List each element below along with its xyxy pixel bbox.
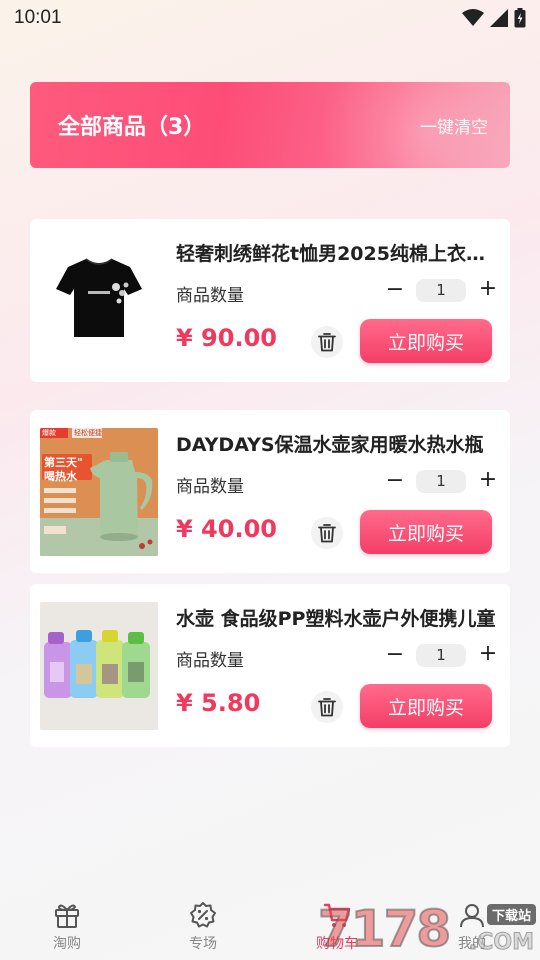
product-image-tshirt[interactable]	[40, 237, 158, 365]
quantity-value[interactable]: 1	[416, 470, 466, 493]
trash-icon	[318, 698, 336, 717]
cart-item: 轻奢刺绣鲜花t恤男2025纯棉上衣短袖 商品数量 − 1 + ¥ 90.00 立…	[30, 219, 510, 382]
product-image-water-bottles[interactable]	[40, 602, 158, 730]
product-price: ¥ 90.00	[176, 324, 277, 352]
tab-zhuanchang[interactable]: 专场	[163, 901, 243, 953]
buy-now-button[interactable]: 立即购买	[360, 684, 492, 728]
product-title[interactable]: DAYDAYS保温水壶家用暖水热水瓶	[176, 430, 498, 457]
trash-icon	[318, 524, 336, 543]
status-bar: 10:01	[0, 0, 540, 36]
watermark-domain: .COM	[468, 930, 534, 956]
tab-taogou[interactable]: 淘购	[27, 901, 107, 953]
quantity-decrease-button[interactable]: −	[385, 277, 405, 302]
buy-now-button[interactable]: 立即购买	[360, 319, 492, 363]
status-icons	[462, 8, 526, 28]
kettle-headline-2: 喝热水	[44, 470, 77, 483]
kettle-badge-left: 爆款	[42, 429, 56, 437]
quantity-value[interactable]: 1	[416, 644, 466, 667]
product-price: ¥ 40.00	[176, 515, 277, 543]
site-watermark: 7178 下载站 .COM	[317, 899, 540, 959]
delete-button[interactable]	[311, 691, 343, 723]
quantity-increase-button[interactable]: +	[478, 467, 498, 492]
quantity-increase-button[interactable]: +	[478, 641, 498, 666]
cart-title: 全部商品（3）	[58, 115, 206, 140]
quantity-decrease-button[interactable]: −	[385, 642, 405, 667]
discount-icon	[190, 902, 216, 928]
product-title[interactable]: 水壶 食品级PP塑料水壶户外便携儿童	[176, 604, 498, 631]
trash-icon	[318, 333, 336, 352]
gift-icon	[55, 904, 79, 928]
tab-label: 淘购	[53, 936, 81, 952]
product-title[interactable]: 轻奢刺绣鲜花t恤男2025纯棉上衣短袖	[176, 239, 498, 266]
clear-cart-button[interactable]: 一键清空	[420, 113, 488, 138]
delete-button[interactable]	[311, 517, 343, 549]
cart-item: 爆款 轻松便捷 第三天" 喝热水 DAYDAYS保温水壶家用暖水热水瓶 商品数量…	[30, 410, 510, 573]
tab-label: 专场	[189, 936, 217, 952]
quantity-increase-button[interactable]: +	[478, 276, 498, 301]
watermark-number: 7178	[317, 899, 452, 959]
wifi-icon	[462, 9, 484, 26]
battery-icon	[514, 8, 526, 28]
delete-button[interactable]	[311, 326, 343, 358]
cart-header: 全部商品（3） 一键清空	[30, 82, 510, 168]
cart-item: 水壶 食品级PP塑料水壶户外便携儿童 商品数量 − 1 + ¥ 5.80 立即购…	[30, 584, 510, 747]
product-image-kettle[interactable]: 爆款 轻松便捷 第三天" 喝热水	[40, 428, 158, 556]
watermark-download: 下载站	[486, 904, 536, 925]
signal-icon	[490, 9, 508, 27]
quantity-label: 商品数量	[176, 651, 244, 671]
buy-now-button[interactable]: 立即购买	[360, 510, 492, 554]
kettle-badge-right: 轻松便捷	[74, 429, 102, 437]
quantity-decrease-button[interactable]: −	[385, 468, 405, 493]
quantity-value[interactable]: 1	[416, 279, 466, 302]
status-time: 10:01	[14, 7, 62, 28]
product-price: ¥ 5.80	[176, 689, 261, 717]
quantity-label: 商品数量	[176, 477, 244, 497]
quantity-label: 商品数量	[176, 286, 244, 306]
